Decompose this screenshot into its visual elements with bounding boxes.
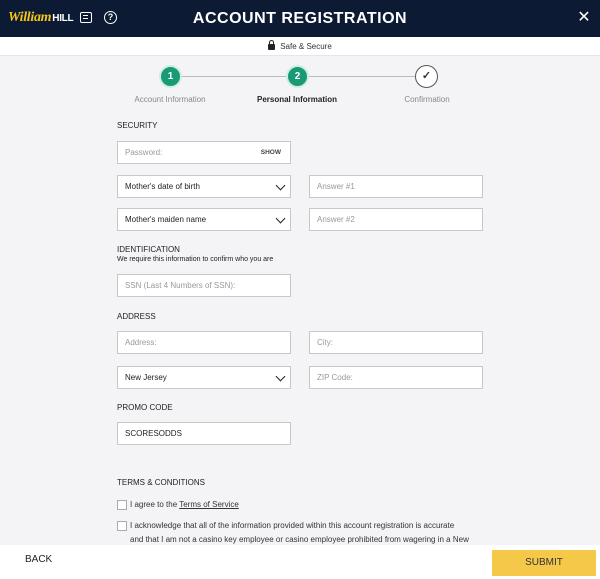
password-placeholder: Password: (125, 148, 163, 157)
page-title: ACCOUNT REGISTRATION (192, 10, 408, 27)
security-heading: SECURITY (117, 121, 158, 130)
address-input[interactable]: Address: (117, 331, 291, 354)
chevron-down-icon (275, 213, 286, 224)
safe-secure-label: Safe & Secure (280, 42, 332, 51)
security-question-1-value: Mother's date of birth (125, 182, 200, 191)
step-connector (182, 76, 286, 77)
back-button[interactable]: BACK (25, 554, 52, 565)
lock-icon (268, 40, 276, 50)
password-field[interactable]: Password: SHOW (117, 141, 291, 164)
promo-code-input[interactable]: SCORESODDS (117, 422, 291, 445)
terms-agree-label: I agree to the Terms of Service (130, 500, 239, 509)
state-select[interactable]: New Jersey (117, 366, 291, 389)
step-1-circle: 1 (159, 65, 182, 88)
step-connector (309, 76, 415, 77)
footer-bar: BACK SUBMIT (0, 545, 600, 579)
ssn-placeholder: SSN (Last 4 Numbers of SSN): (125, 281, 236, 290)
step-3-check-icon: ✓ (415, 65, 438, 88)
chevron-down-icon (275, 180, 286, 191)
zip-placeholder: ZIP Code: (317, 373, 353, 382)
terms-checkbox[interactable] (117, 500, 127, 510)
identification-heading: IDENTIFICATION (117, 245, 180, 254)
safe-secure-bar: Safe & Secure (0, 37, 600, 56)
identification-subtext: We require this information to confirm w… (117, 256, 274, 263)
city-placeholder: City: (317, 338, 333, 347)
registration-stepper: 1 2 ✓ Account Information Personal Infor… (0, 62, 600, 106)
address-placeholder: Address: (125, 338, 157, 347)
terms-heading: TERMS & CONDITIONS (117, 478, 206, 487)
close-icon[interactable]: ✕ (574, 8, 594, 28)
acknowledge-label: I acknowledge that all of the informatio… (130, 521, 469, 544)
zip-input[interactable]: ZIP Code: (309, 366, 483, 389)
answer-2-input[interactable]: Answer #2 (309, 208, 483, 231)
step-1-label: Account Information (134, 95, 206, 104)
step-2-label: Personal Information (256, 95, 337, 104)
ssn-input[interactable]: SSN (Last 4 Numbers of SSN): (117, 274, 291, 297)
top-bar: WilliamHILL ? ACCOUNT REGISTRATION ✕ (0, 0, 600, 37)
address-heading: ADDRESS (117, 312, 156, 321)
show-password-button[interactable]: SHOW (261, 142, 281, 163)
promo-code-heading: PROMO CODE (117, 403, 173, 412)
security-question-2-select[interactable]: Mother's maiden name (117, 208, 291, 231)
chevron-down-icon (275, 371, 286, 382)
terms-of-service-link[interactable]: Terms of Service (179, 500, 239, 509)
answer-1-placeholder: Answer #1 (317, 182, 355, 191)
answer-2-placeholder: Answer #2 (317, 215, 355, 224)
answer-1-input[interactable]: Answer #1 (309, 175, 483, 198)
city-input[interactable]: City: (309, 331, 483, 354)
security-question-2-value: Mother's maiden name (125, 215, 207, 224)
security-question-1-select[interactable]: Mother's date of birth (117, 175, 291, 198)
step-3-label: Confirmation (404, 95, 450, 104)
promo-code-value: SCORESODDS (125, 429, 182, 438)
state-value: New Jersey (125, 373, 167, 382)
submit-button[interactable]: SUBMIT (492, 550, 596, 576)
acknowledge-checkbox[interactable] (117, 521, 127, 531)
step-2-circle: 2 (286, 65, 309, 88)
